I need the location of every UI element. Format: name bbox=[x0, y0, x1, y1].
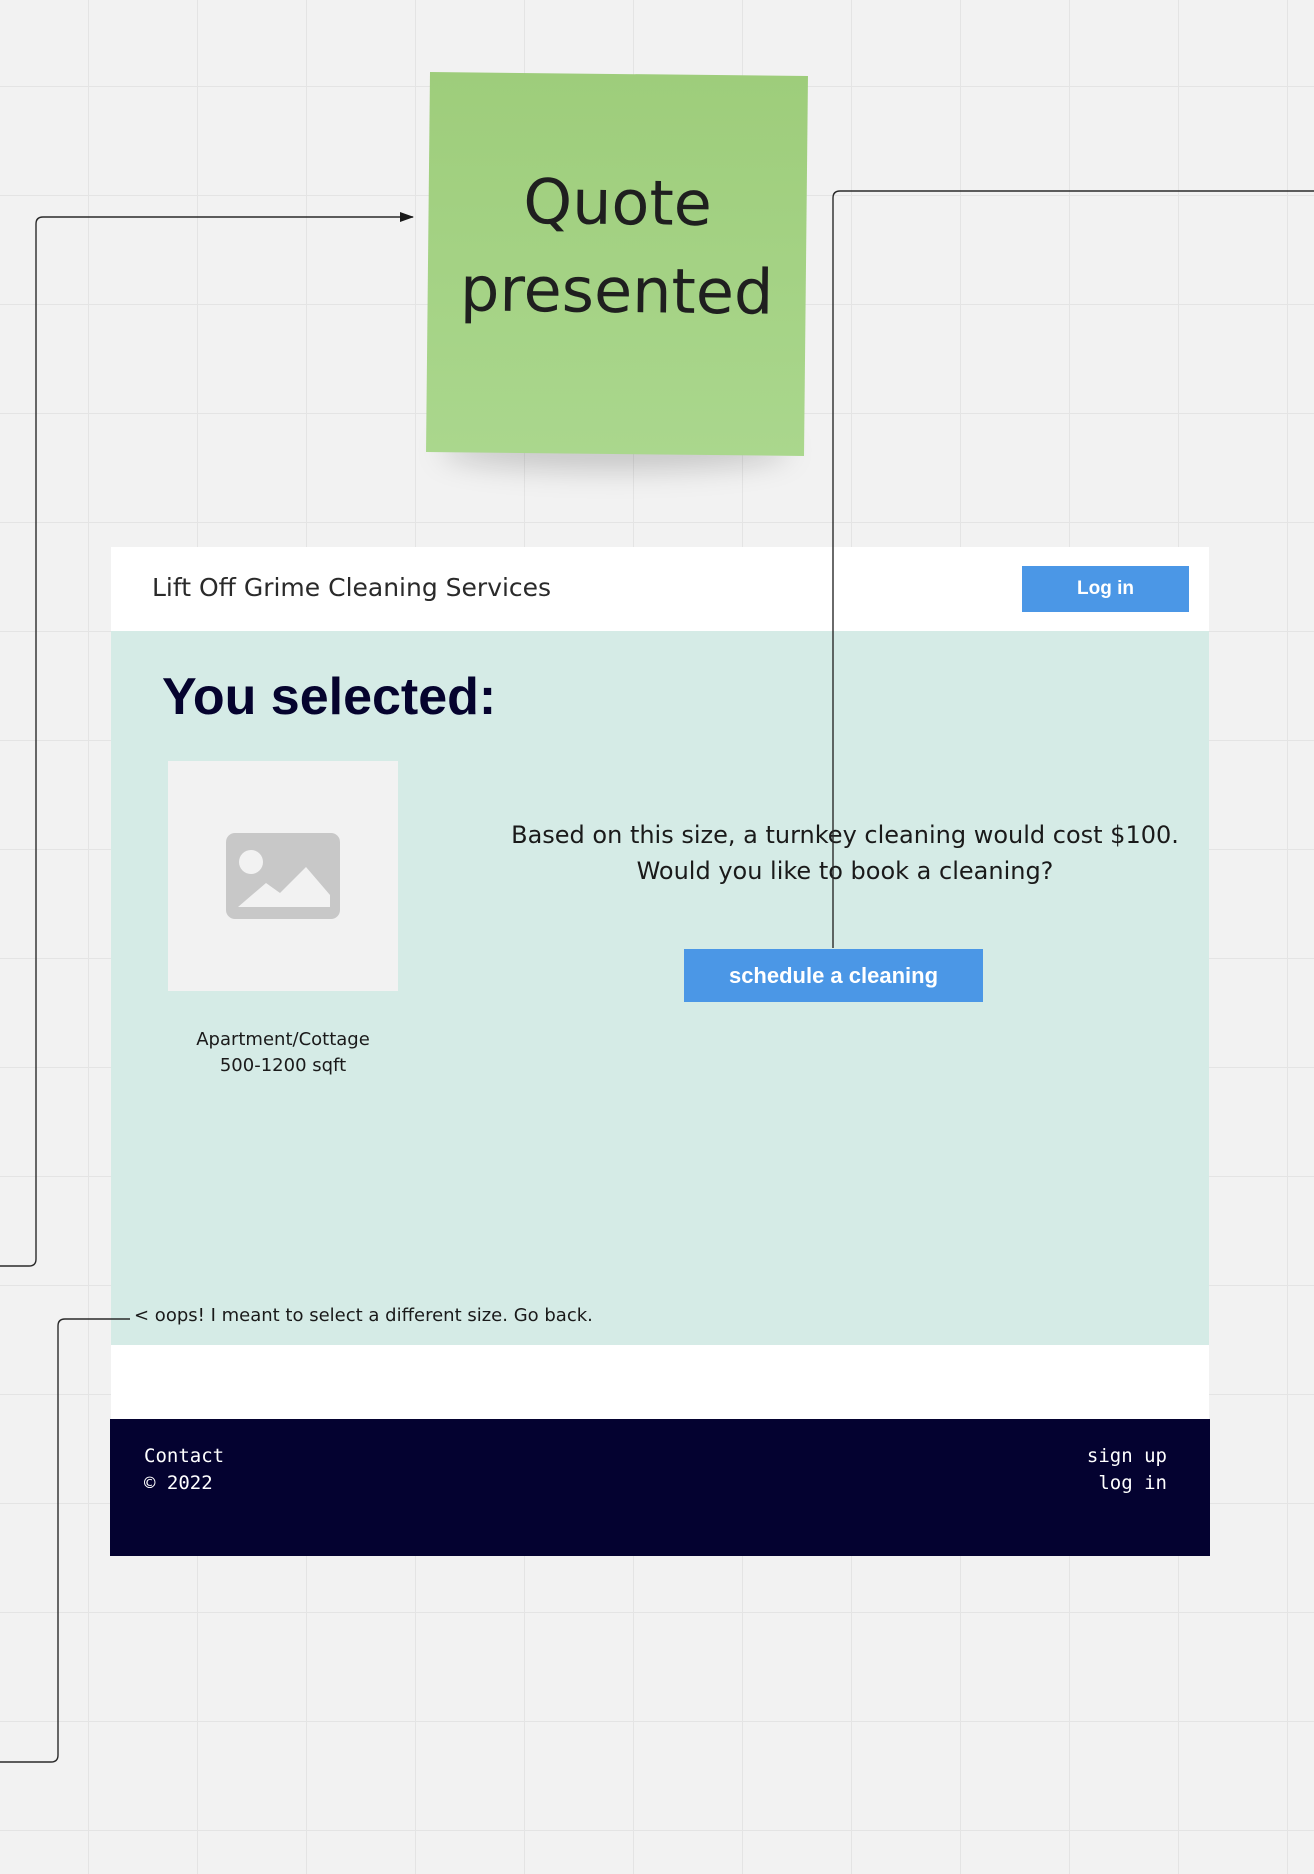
wireframe-page: Lift Off Grime Cleaning Services Log in … bbox=[110, 547, 1210, 1556]
selection-caption-text: Apartment/Cottage 500-1200 sqft bbox=[196, 1029, 370, 1076]
footer-left: Contact © 2022 bbox=[144, 1443, 224, 1497]
content-spacer bbox=[111, 1345, 1209, 1419]
login-button[interactable]: Log in bbox=[1022, 566, 1189, 612]
sticky-note[interactable]: Quote presented bbox=[426, 72, 808, 456]
footer-right: sign up log in bbox=[1087, 1443, 1167, 1497]
go-back-link[interactable]: < oops! I meant to select a different si… bbox=[134, 1305, 593, 1326]
footer-sign-up-link[interactable]: sign up bbox=[1087, 1443, 1167, 1470]
site-footer: Contact © 2022 sign up log in bbox=[110, 1419, 1210, 1556]
footer-copyright: © 2022 bbox=[144, 1472, 213, 1494]
image-placeholder-icon bbox=[226, 833, 340, 919]
selection-caption: Apartment/Cottage 500-1200 sqft bbox=[133, 1027, 433, 1079]
site-header: Lift Off Grime Cleaning Services Log in bbox=[111, 547, 1209, 631]
main-content: You selected: Apartment/Cottage 500-1200… bbox=[111, 631, 1209, 1345]
schedule-cleaning-button[interactable]: schedule a cleaning bbox=[684, 949, 983, 1002]
footer-contact-link[interactable]: Contact bbox=[144, 1443, 224, 1470]
quote-text: Based on this size, a turnkey cleaning w… bbox=[511, 821, 1179, 885]
sticky-note-text: Quote presented bbox=[459, 164, 774, 329]
selected-size-image bbox=[168, 761, 398, 991]
brand-name: Lift Off Grime Cleaning Services bbox=[152, 573, 552, 602]
page-heading: You selected: bbox=[162, 668, 497, 726]
footer-log-in-link[interactable]: log in bbox=[1087, 1470, 1167, 1497]
